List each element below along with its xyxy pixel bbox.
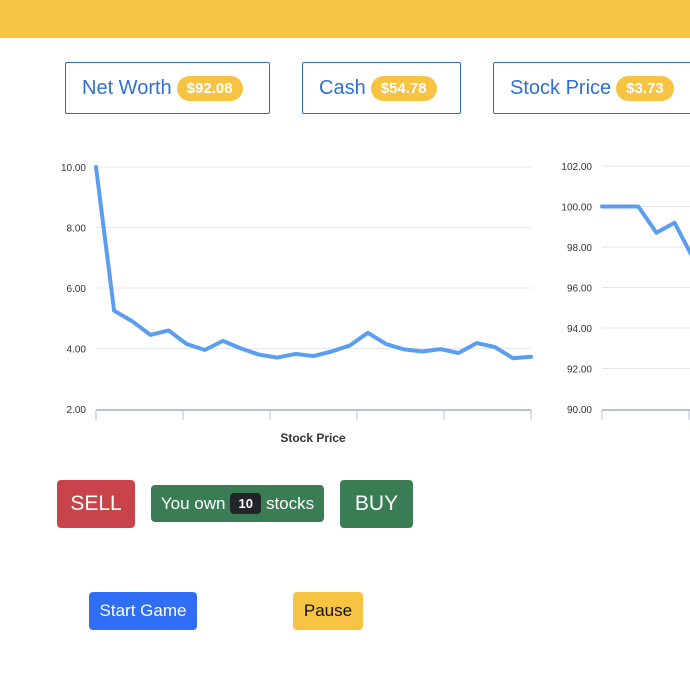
own-suffix: stocks <box>265 493 315 513</box>
cash-box: Cash $54.78 <box>302 62 461 114</box>
cash-label: Cash <box>319 76 366 99</box>
y-tick-label: 98.00 <box>567 243 592 254</box>
cash-badge: $54.78 <box>370 75 437 101</box>
net-worth-box: Net Worth $92.08 <box>65 62 270 114</box>
y-tick-label: 8.00 <box>67 224 87 235</box>
price-line <box>600 204 690 257</box>
stock-price-box: Stock Price $3.73 <box>493 62 690 114</box>
y-tick-label: 102.00 <box>561 162 592 173</box>
start-game-button[interactable]: Start Game <box>89 592 197 630</box>
x-axis-label: Stock Price <box>280 431 346 445</box>
y-tick-label: 96.00 <box>567 284 592 295</box>
y-tick-label: 90.00 <box>567 405 592 416</box>
sell-button[interactable]: SELL <box>57 480 135 528</box>
stocks-owned-indicator: You own 10 stocks <box>151 485 324 522</box>
own-prefix: You own <box>160 493 226 513</box>
stocks-owned-count: 10 <box>230 493 261 514</box>
stock-price-label: Stock Price <box>510 76 612 99</box>
y-tick-label: 100.00 <box>561 203 592 214</box>
top-bar <box>0 0 690 38</box>
pause-button[interactable]: Pause <box>293 592 363 630</box>
y-tick-label: 10.00 <box>61 163 86 174</box>
buy-button[interactable]: BUY <box>340 480 413 528</box>
y-tick-label: 92.00 <box>567 365 592 376</box>
y-tick-label: 6.00 <box>67 284 87 295</box>
y-tick-label: 4.00 <box>67 345 87 356</box>
y-tick-label: 94.00 <box>567 324 592 335</box>
y-tick-label: 2.00 <box>67 405 87 416</box>
price-charts: 10.00 8.00 6.00 4.00 2.00 Stock Price 102.00 10… <box>61 162 690 445</box>
stock-price-badge: $3.73 <box>616 75 674 101</box>
net-worth-badge: $92.08 <box>176 75 243 101</box>
net-worth-label: Net Worth <box>82 76 172 99</box>
price-line <box>94 165 533 361</box>
